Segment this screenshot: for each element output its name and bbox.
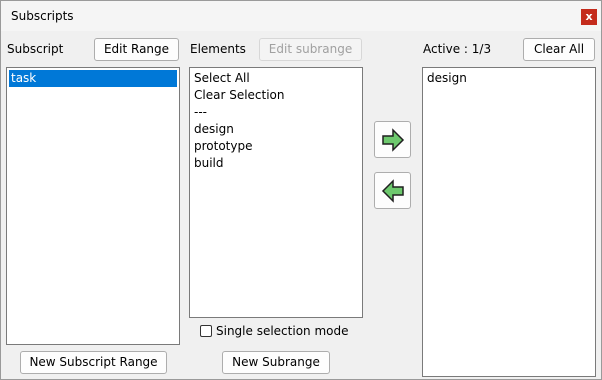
list-item[interactable]: build <box>192 155 360 172</box>
close-button[interactable]: x <box>581 9 597 25</box>
remove-active-button[interactable] <box>374 172 411 209</box>
title-bar: Subscripts x <box>1 1 601 31</box>
arrow-right-icon <box>382 128 405 152</box>
list-item[interactable]: prototype <box>192 138 360 155</box>
active-item-design[interactable]: design <box>425 70 593 87</box>
arrow-left-icon <box>381 179 404 203</box>
active-list[interactable]: design <box>422 67 596 377</box>
edit-subrange-button[interactable]: Edit subrange <box>259 38 362 61</box>
subscript-item-task[interactable]: task <box>9 70 177 87</box>
list-item[interactable]: design <box>192 121 360 138</box>
new-subscript-range-button[interactable]: New Subscript Range <box>20 351 167 374</box>
subscripts-dialog: Subscripts x Subscript Edit Range task N… <box>0 0 602 380</box>
single-selection-label: Single selection mode <box>216 324 349 338</box>
list-item[interactable]: --- <box>192 104 360 121</box>
elements-list[interactable]: Select All Clear Selection --- design pr… <box>189 67 363 318</box>
clear-all-button[interactable]: Clear All <box>523 38 595 61</box>
window-title: Subscripts <box>11 9 74 23</box>
subscript-list[interactable]: task <box>6 67 180 345</box>
active-count-label: Active : 1/3 <box>423 42 492 56</box>
add-active-button[interactable] <box>374 121 411 158</box>
checkbox-box[interactable] <box>200 325 212 337</box>
new-subrange-button[interactable]: New Subrange <box>222 351 330 374</box>
list-item[interactable]: Clear Selection <box>192 87 360 104</box>
elements-label: Elements <box>190 42 246 56</box>
list-item[interactable]: Select All <box>192 70 360 87</box>
subscript-label: Subscript <box>7 42 64 56</box>
edit-range-button[interactable]: Edit Range <box>94 38 179 61</box>
